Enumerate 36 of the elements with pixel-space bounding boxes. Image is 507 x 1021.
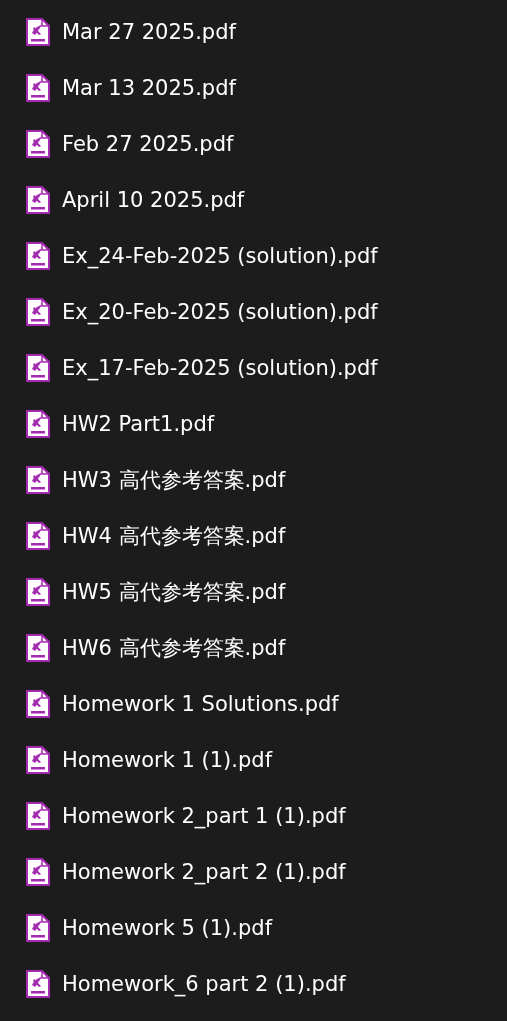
pdf-file-icon [26, 858, 50, 886]
file-name[interactable]: HW2 Part1.pdf [62, 412, 215, 436]
file-name[interactable]: Ex_17-Feb-2025 (solution).pdf [62, 356, 378, 380]
file-name[interactable]: HW5 高代参考答案.pdf [62, 578, 286, 606]
pdf-file-icon [26, 354, 50, 382]
file-name[interactable]: Homework 1 (1).pdf [62, 748, 273, 772]
file-name[interactable]: Homework 2_part 2 (1).pdf [62, 860, 346, 884]
file-name[interactable]: April 10 2025.pdf [62, 188, 245, 212]
pdf-file-icon [26, 242, 50, 270]
file-name[interactable]: HW4 高代参考答案.pdf [62, 522, 286, 550]
file-name[interactable]: Ex_24-Feb-2025 (solution).pdf [62, 244, 378, 268]
pdf-file-icon [26, 298, 50, 326]
pdf-file-icon [26, 522, 50, 550]
pdf-file-icon [26, 18, 50, 46]
file-name[interactable]: Mar 27 2025.pdf [62, 20, 236, 44]
pdf-file-icon [26, 690, 50, 718]
file-name[interactable]: Homework 1 Solutions.pdf [62, 692, 339, 716]
pdf-file-icon [26, 130, 50, 158]
pdf-file-icon [26, 410, 50, 438]
file-name[interactable]: HW6 高代参考答案.pdf [62, 634, 286, 662]
pdf-file-icon [26, 634, 50, 662]
file-name[interactable]: Homework 5 (1).pdf [62, 916, 273, 940]
pdf-file-icon [26, 802, 50, 830]
pdf-file-icon [26, 746, 50, 774]
pdf-file-icon [26, 74, 50, 102]
file-name[interactable]: Mar 13 2025.pdf [62, 76, 236, 100]
pdf-file-icon [26, 186, 50, 214]
file-name[interactable]: Ex_20-Feb-2025 (solution).pdf [62, 300, 378, 324]
pdf-file-icon [26, 466, 50, 494]
pdf-file-icon [26, 578, 50, 606]
file-name[interactable]: Homework 2_part 1 (1).pdf [62, 804, 346, 828]
file-name[interactable]: Homework_6 part 2 (1).pdf [62, 972, 346, 996]
file-name[interactable]: Feb 27 2025.pdf [62, 132, 234, 156]
file-name[interactable]: HW3 高代参考答案.pdf [62, 466, 286, 494]
pdf-file-icon [26, 970, 50, 998]
pdf-file-icon [26, 914, 50, 942]
